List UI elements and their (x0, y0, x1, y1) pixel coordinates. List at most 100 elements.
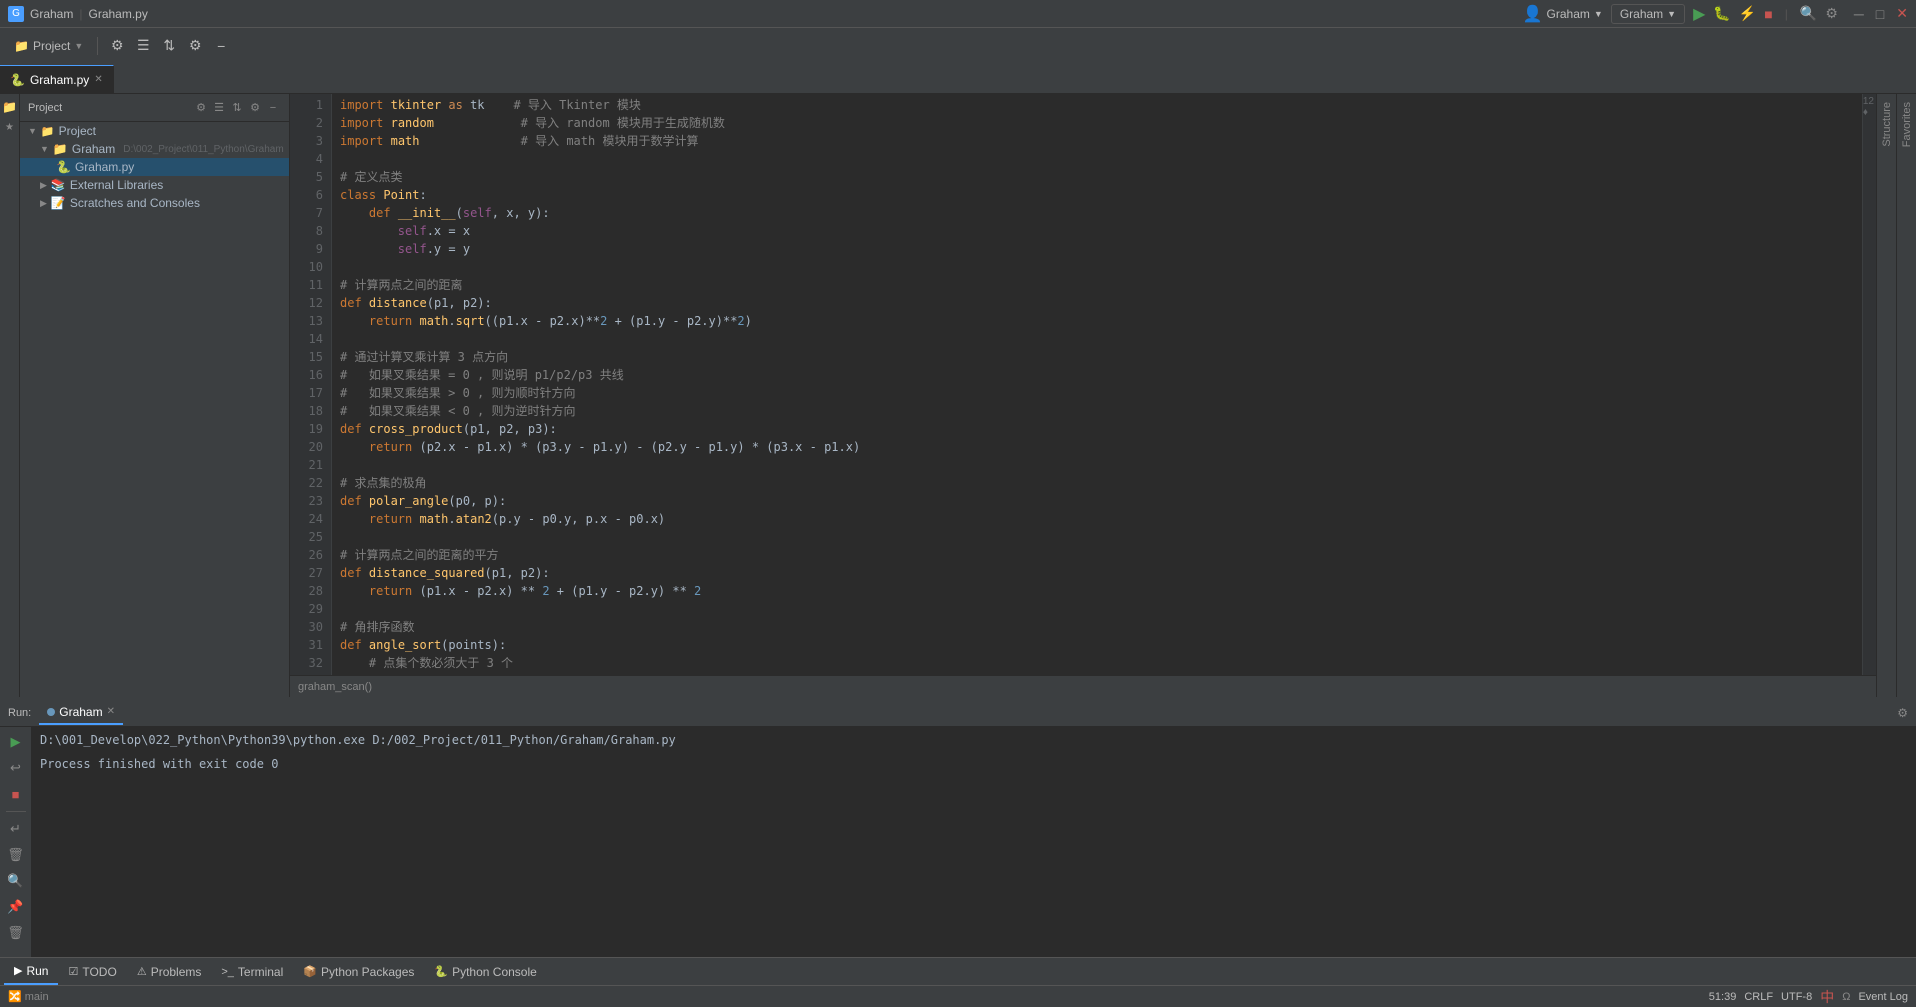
event-log[interactable]: Event Log (1858, 991, 1908, 1003)
code-line-14 (340, 330, 1854, 348)
tab-close-btn[interactable]: ✕ (94, 74, 102, 85)
debug-icon[interactable]: 🐛 (1713, 5, 1730, 22)
run-rerun-btn[interactable]: ↩ (5, 757, 27, 779)
status-right: 51:39 CRLF UTF-8 中 Ω Event Log (1709, 987, 1908, 1007)
panel-sort-btn[interactable]: ⇅ (229, 100, 245, 116)
run-dot (47, 708, 55, 716)
python-console-tab-icon: 🐍 (434, 965, 448, 978)
code-line-9: self.y = y (340, 240, 1854, 258)
side-icons-bar: 📁 ★ (0, 94, 20, 697)
chevron-icon: ▼ (28, 126, 37, 136)
list-btn[interactable]: ☰ (132, 35, 154, 57)
panel-gear-btn[interactable]: ⚙ (247, 100, 263, 116)
code-line-18: # 如果叉乘结果 < 0 , 则为逆时针方向 (340, 402, 1854, 420)
status-position[interactable]: 51:39 (1709, 991, 1737, 1003)
code-line-11: # 计算两点之间的距离 (340, 276, 1854, 294)
project-panel: Project ⚙ ☰ ⇅ ⚙ − ▼ 📁 Project ▼ 📁 Graham… (20, 94, 290, 697)
code-lines[interactable]: import tkinter as tk # 导入 Tkinter 模块 impo… (332, 94, 1862, 675)
run-trash-btn[interactable]: 🗑 (5, 922, 27, 944)
minus-btn[interactable]: − (210, 35, 232, 57)
sort-btn[interactable]: ⇅ (158, 35, 180, 57)
code-line-15: # 通过计算叉乘计算 3 点方向 (340, 348, 1854, 366)
status-line-ending[interactable]: CRLF (1744, 991, 1773, 1003)
run-config-label: Graham (1620, 7, 1663, 21)
code-line-30: # 角排序函数 (340, 618, 1854, 636)
code-line-19: def cross_product(p1, p2, p3): (340, 420, 1854, 438)
tree-external-libs[interactable]: ▶ 📚 External Libraries (20, 176, 289, 194)
maximize-btn[interactable]: □ (1876, 6, 1884, 22)
close-btn[interactable]: ✕ (1896, 5, 1908, 22)
code-line-6: class Point: (340, 186, 1854, 204)
code-line-8: self.x = x (340, 222, 1854, 240)
code-line-5: # 定义点类 (340, 168, 1854, 186)
bottom-tab-terminal[interactable]: >_ Terminal (211, 959, 293, 985)
coverage-icon[interactable]: ⚡ (1739, 5, 1756, 22)
panel-title: Project (28, 102, 62, 114)
minimize-btn[interactable]: ─ (1854, 6, 1864, 22)
run-config[interactable]: Graham ▼ (1611, 4, 1685, 24)
run-wrap-btn[interactable]: ↵ (5, 818, 27, 840)
run-result-line: Process finished with exit code 0 (40, 755, 1908, 773)
search-icon[interactable]: 🔍 (1800, 5, 1817, 22)
favorites-sidebar[interactable]: Favorites (1896, 94, 1916, 697)
bottom-tab-problems[interactable]: ⚠ Problems (127, 959, 212, 985)
problems-tab-text: Problems (151, 965, 202, 979)
terminal-tab-text: Terminal (238, 965, 283, 979)
project-root-label: Project (59, 124, 96, 138)
graham-py-icon: 🐍 (56, 160, 71, 174)
tab-label: Graham.py (30, 73, 89, 87)
structure-label[interactable]: Structure (1881, 94, 1893, 155)
app-icon: G (8, 6, 24, 22)
code-line-21 (340, 456, 1854, 474)
main-toolbar: 📁 Project ▼ ⚙ ☰ ⇅ ⚙ − (0, 28, 1916, 64)
python-packages-tab-text: Python Packages (321, 965, 414, 979)
project-icon: 📁 (41, 125, 55, 138)
line-info: 12 ♦ (1863, 96, 1874, 118)
python-packages-tab-icon: 📦 (303, 965, 317, 978)
code-line-32: # 点集个数必须大于 3 个 (340, 654, 1854, 672)
run-icon[interactable]: ▶ (1693, 4, 1705, 24)
run-pin-btn[interactable]: 📌 (5, 896, 27, 918)
code-line-3: import math # 导入 math 模块用于数学计算 (340, 132, 1854, 150)
scratches-chevron-icon: ▶ (40, 198, 47, 209)
run-tab-close[interactable]: ✕ (107, 706, 115, 717)
favorites-label[interactable]: Favorites (1901, 94, 1913, 155)
run-command-line: D:\001_Develop\022_Python\Python39\pytho… (40, 731, 1908, 749)
run-settings-gear[interactable]: ⚙ (1897, 706, 1908, 720)
python-console-tab-text: Python Console (452, 965, 537, 979)
run-stop-btn[interactable]: ■ (5, 783, 27, 805)
bottom-tab-python-console[interactable]: 🐍 Python Console (424, 959, 546, 985)
structure-sidebar[interactable]: Structure (1876, 94, 1896, 697)
code-line-1: import tkinter as tk # 导入 Tkinter 模块 (340, 96, 1854, 114)
bottom-tab-run[interactable]: ▶ Run (4, 959, 58, 985)
run-main: ▶ ↩ ■ ↵ 🗑 🔍 📌 🗑 D:\001_Develop\022_Pytho… (0, 727, 1916, 957)
project-side-icon[interactable]: 📁 (1, 98, 19, 116)
tree-scratches[interactable]: ▶ 📝 Scratches and Consoles (20, 194, 289, 212)
run-panel-label: Run: (8, 707, 31, 719)
panel-list-btn[interactable]: ☰ (211, 100, 227, 116)
run-filter-btn[interactable]: 🔍 (5, 870, 27, 892)
settings-btn[interactable]: ⚙ (106, 35, 128, 57)
tree-project-root[interactable]: ▼ 📁 Project (20, 122, 289, 140)
gear-btn[interactable]: ⚙ (184, 35, 206, 57)
run-clear-btn[interactable]: 🗑 (5, 844, 27, 866)
run-play-btn[interactable]: ▶ (5, 731, 27, 753)
panel-minus-btn[interactable]: − (265, 100, 281, 116)
bottom-tab-python-packages[interactable]: 📦 Python Packages (293, 959, 424, 985)
tab-graham-py[interactable]: 🐍 Graham.py ✕ (0, 65, 114, 93)
run-tab-graham[interactable]: Graham ✕ (39, 701, 123, 725)
panel-settings-btn[interactable]: ⚙ (193, 100, 209, 116)
tree-graham-py[interactable]: 🐍 Graham.py (20, 158, 289, 176)
graham-folder-path: D:\002_Project\011_Python\Graham (123, 144, 283, 155)
settings-icon[interactable]: ⚙ (1825, 5, 1838, 22)
bookmark-side-icon[interactable]: ★ (1, 118, 19, 136)
code-line-12: def distance(p1, p2): (340, 294, 1854, 312)
code-line-26: # 计算两点之间的距离的平方 (340, 546, 1854, 564)
code-line-16: # 如果叉乘结果 = 0 , 则说明 p1/p2/p3 共线 (340, 366, 1854, 384)
bottom-tab-todo[interactable]: ☑ TODO (58, 959, 126, 985)
tree-graham-folder[interactable]: ▼ 📁 Graham D:\002_Project\011_Python\Gra… (20, 140, 289, 158)
run-tab-icon: ▶ (14, 964, 22, 977)
stop-icon[interactable]: ■ (1764, 6, 1772, 22)
status-chinese-icon: 中 (1820, 987, 1834, 1007)
profile-area[interactable]: 👤 Graham ▼ (1523, 4, 1603, 24)
